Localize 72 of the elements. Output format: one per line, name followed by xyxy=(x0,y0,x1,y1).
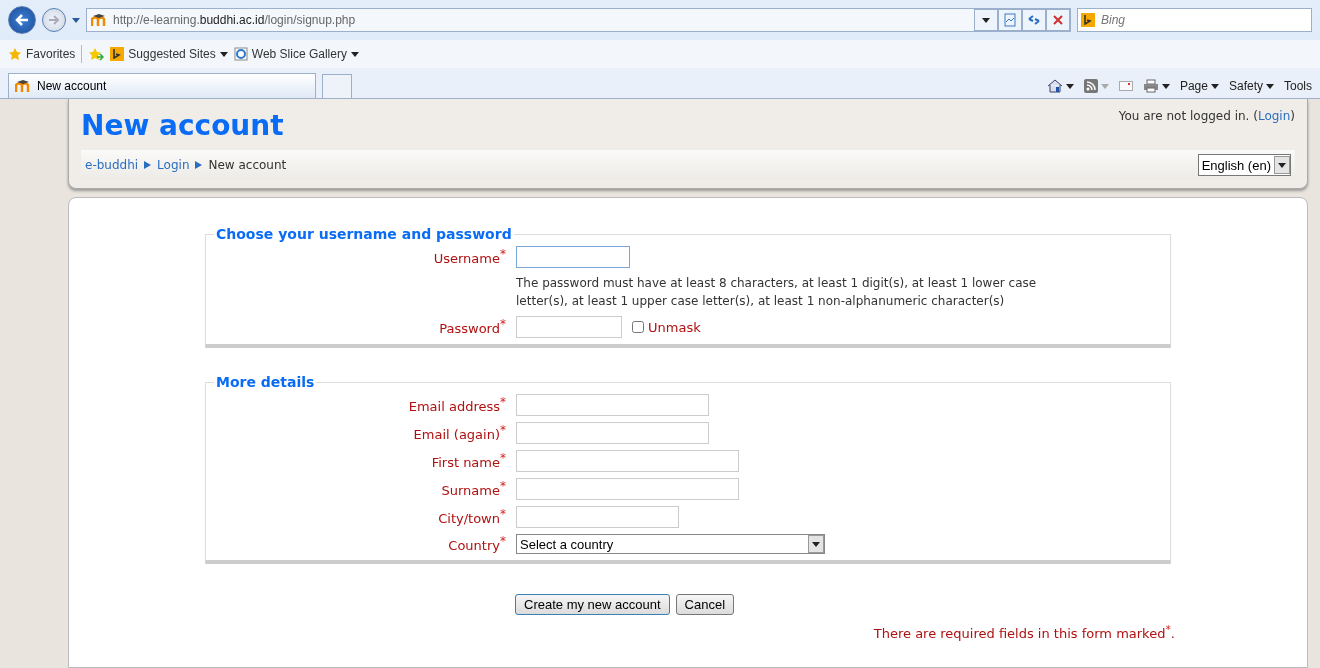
broken-page-icon xyxy=(1004,13,1016,27)
password-rules-text: The password must have at least 8 characters, at least 1 digit(s), at least 1 lower case letter(s), at least 1 upper case letter(s), at least 1 non-alphanumeric character(s) xyxy=(516,275,1038,310)
page-title: New account xyxy=(81,109,284,142)
breadcrumb-current: New account xyxy=(208,158,287,172)
star-icon xyxy=(8,47,22,61)
checkbox-label: Unmask xyxy=(648,319,701,335)
stop-button[interactable] xyxy=(1046,9,1070,31)
login-status-text: You are not logged in. (Login) xyxy=(1118,109,1295,123)
caret-icon xyxy=(1278,162,1286,168)
caret-icon xyxy=(1065,83,1074,89)
browser-page-icon xyxy=(233,47,248,61)
url-text: http://e-learning.buddhi.ac.id/login/signup.php xyxy=(113,13,356,27)
bing-logo-icon xyxy=(1081,13,1095,27)
search-placeholder: Bing xyxy=(1101,13,1126,27)
country-select[interactable]: Select a country xyxy=(516,534,825,554)
forward-button[interactable] xyxy=(42,8,66,32)
caret-icon xyxy=(1161,83,1170,89)
search-field[interactable]: Bing xyxy=(1077,8,1312,32)
text-input[interactable] xyxy=(516,422,709,444)
section-legend: More details xyxy=(214,374,317,390)
back-button[interactable] xyxy=(8,6,36,34)
forward-arrow-icon xyxy=(48,15,60,25)
required-fields-note: There are required fields in this form marked$^{*}$. xyxy=(872,623,1175,642)
unmask-checkbox[interactable] xyxy=(632,321,644,333)
home-button[interactable] xyxy=(1046,79,1074,93)
house-icon xyxy=(1046,79,1063,93)
form-button[interactable]: Cancel xyxy=(675,594,735,615)
text-input[interactable] xyxy=(516,506,679,528)
command-menu-button[interactable]: Page xyxy=(1179,79,1219,93)
back-arrow-icon xyxy=(15,14,29,26)
password-input[interactable] xyxy=(516,316,622,338)
text-input[interactable] xyxy=(516,246,630,268)
address-dropdown-button[interactable] xyxy=(974,9,998,31)
caret-icon xyxy=(350,51,359,57)
breadcrumb-link[interactable]: Login xyxy=(157,158,190,172)
caret-icon xyxy=(1266,83,1274,89)
favorites-bar-link[interactable]: Web Slice Gallery xyxy=(233,47,359,61)
envelope-icon xyxy=(1118,81,1133,91)
text-input[interactable] xyxy=(516,478,739,500)
command-menu-button[interactable]: Safety xyxy=(1228,79,1274,93)
printer-icon xyxy=(1142,79,1159,93)
address-bar[interactable]: http://e-learning.buddhi.ac.id/login/signup.php xyxy=(86,8,1071,32)
browser-tab[interactable]: New account xyxy=(8,73,316,98)
form-button[interactable]: Create my new account xyxy=(515,594,670,615)
caret-icon xyxy=(72,17,80,23)
caret-icon xyxy=(219,51,228,57)
caret-icon xyxy=(982,17,990,23)
add-favorite-icon[interactable] xyxy=(88,47,105,61)
tab-title: New account xyxy=(37,79,107,93)
mail-button[interactable] xyxy=(1118,81,1133,91)
favorites-bar-link[interactable]: Suggested Sites xyxy=(110,47,228,61)
print-button[interactable] xyxy=(1142,79,1170,93)
text-input[interactable] xyxy=(516,450,739,472)
command-menu-button[interactable]: Tools xyxy=(1284,79,1312,93)
breadcrumb-separator-icon xyxy=(195,161,203,169)
refresh-button[interactable] xyxy=(1022,9,1046,31)
login-link[interactable]: Login xyxy=(1257,109,1291,123)
favorites-button[interactable]: Favorites xyxy=(8,47,76,61)
feeds-button[interactable] xyxy=(1083,79,1109,93)
breadcrumb-separator-icon xyxy=(144,161,152,169)
close-icon xyxy=(1053,15,1063,25)
caret-icon xyxy=(1210,83,1219,89)
section-legend: Choose your username and password xyxy=(214,226,514,242)
bing-logo-icon xyxy=(110,47,125,61)
new-tab-button[interactable] xyxy=(322,74,352,98)
refresh-arrows-icon xyxy=(1027,14,1041,26)
text-input[interactable] xyxy=(516,394,709,416)
caret-icon xyxy=(1100,83,1109,89)
caret-icon xyxy=(812,541,820,547)
feed-icon xyxy=(1083,79,1098,93)
breadcrumb-link[interactable]: e-buddhi xyxy=(85,158,139,172)
language-select[interactable]: English (en) xyxy=(1197,154,1291,176)
